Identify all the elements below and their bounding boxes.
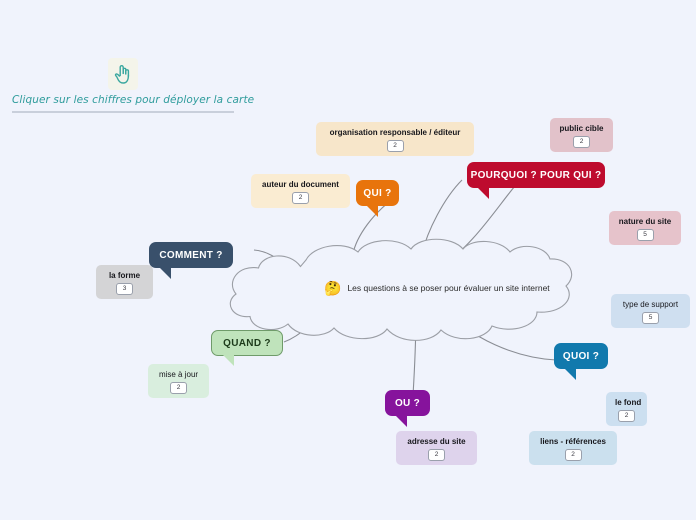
expand-count-badge[interactable]: 2 bbox=[618, 410, 635, 422]
leaf-node-label: auteur du document bbox=[262, 180, 339, 189]
hint-block: Cliquer sur les chiffres pour déployer l… bbox=[12, 58, 255, 113]
expand-count-badge[interactable]: 2 bbox=[428, 449, 445, 461]
leaf-node-adresse[interactable]: adresse du site 2 bbox=[396, 431, 477, 465]
leaf-node-auteur[interactable]: auteur du document 2 bbox=[251, 174, 350, 208]
hint-text: Cliquer sur les chiffres pour déployer l… bbox=[12, 94, 255, 106]
bubble-tail bbox=[365, 204, 378, 217]
pointing-hand-icon bbox=[108, 58, 138, 90]
expand-count-badge[interactable]: 2 bbox=[386, 140, 404, 152]
leaf-node-label: liens - références bbox=[540, 437, 606, 446]
leaf-node-mise-a-jour[interactable]: mise à jour 2 bbox=[148, 364, 209, 398]
bubble-tail bbox=[394, 414, 407, 427]
branch-bubble-label: QUOI ? bbox=[562, 350, 600, 362]
bubble-tail bbox=[563, 367, 576, 380]
center-node-label: Les questions à se poser pour évaluer un… bbox=[347, 283, 550, 293]
bubble-tail bbox=[221, 353, 234, 366]
branch-bubble-qui[interactable]: QUI ? bbox=[356, 180, 399, 217]
leaf-node-label: nature du site bbox=[618, 217, 672, 226]
branch-bubble-comment[interactable]: COMMENT ? bbox=[149, 242, 233, 279]
leaf-node-label: le fond bbox=[615, 398, 642, 407]
branch-bubble-label: POURQUOI ? POUR QUI ? bbox=[470, 169, 602, 181]
thinking-face-icon: 🤔 bbox=[324, 280, 342, 296]
leaf-node-organisation[interactable]: organisation responsable / éditeur 2 bbox=[316, 122, 474, 156]
expand-count-badge[interactable]: 5 bbox=[642, 312, 659, 324]
leaf-node-label: mise à jour bbox=[158, 370, 199, 379]
branch-bubble-pourquoi[interactable]: POURQUOI ? POUR QUI ? bbox=[467, 162, 605, 199]
leaf-node-liens[interactable]: liens - références 2 bbox=[529, 431, 617, 465]
expand-count-badge[interactable]: 5 bbox=[636, 229, 654, 241]
branch-bubble-label: OU ? bbox=[394, 397, 421, 409]
expand-count-badge[interactable]: 3 bbox=[116, 283, 133, 295]
hint-divider bbox=[12, 111, 234, 113]
branch-bubble-quand[interactable]: QUAND ? bbox=[211, 330, 283, 366]
center-node: 🤔 Les questions à se poser pour évaluer … bbox=[324, 281, 550, 295]
leaf-node-label: adresse du site bbox=[407, 437, 466, 446]
leaf-node-type-support[interactable]: type de support 5 bbox=[611, 294, 690, 328]
expand-count-badge[interactable]: 2 bbox=[564, 449, 582, 461]
expand-count-badge[interactable]: 2 bbox=[292, 192, 309, 204]
branch-bubble-label: QUI ? bbox=[363, 187, 392, 199]
leaf-node-public-cible[interactable]: public cible 2 bbox=[550, 118, 613, 152]
expand-count-badge[interactable]: 2 bbox=[573, 136, 590, 148]
leaf-node-label: organisation responsable / éditeur bbox=[329, 128, 461, 137]
branch-bubble-quoi[interactable]: QUOI ? bbox=[554, 343, 608, 380]
bubble-tail bbox=[476, 186, 489, 199]
leaf-node-nature[interactable]: nature du site 5 bbox=[609, 211, 681, 245]
mindmap-canvas: Cliquer sur les chiffres pour déployer l… bbox=[0, 0, 696, 520]
branch-bubble-label: QUAND ? bbox=[223, 337, 271, 349]
expand-count-badge[interactable]: 2 bbox=[170, 382, 187, 394]
bubble-tail bbox=[158, 266, 171, 279]
leaf-node-le-fond[interactable]: le fond 2 bbox=[606, 392, 647, 426]
branch-bubble-ou[interactable]: OU ? bbox=[385, 390, 430, 427]
leaf-node-label: public cible bbox=[559, 124, 604, 133]
leaf-node-label: la forme bbox=[108, 271, 141, 280]
leaf-node-label: type de support bbox=[622, 300, 679, 309]
leaf-node-la-forme[interactable]: la forme 3 bbox=[96, 265, 153, 299]
branch-bubble-label: COMMENT ? bbox=[159, 249, 223, 261]
